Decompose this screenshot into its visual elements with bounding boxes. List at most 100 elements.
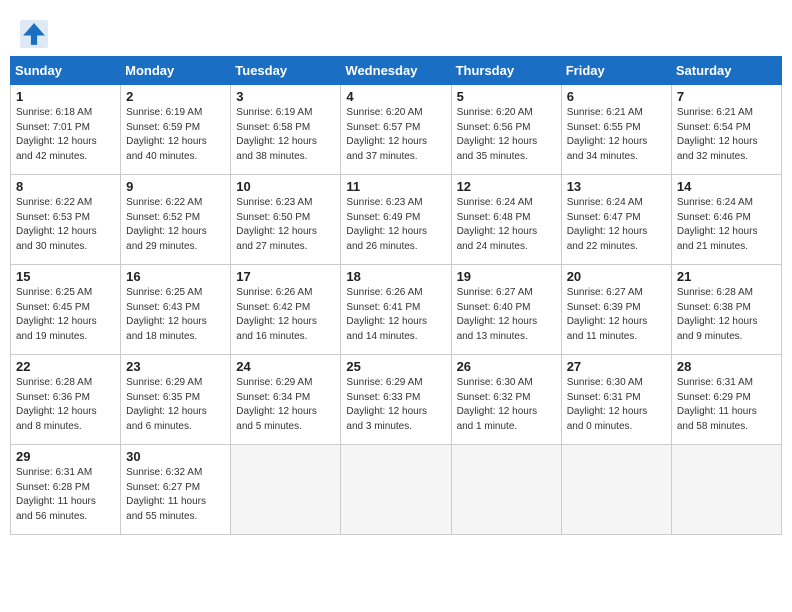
day-number: 14	[677, 179, 776, 194]
day-info: Sunrise: 6:29 AMSunset: 6:33 PMDaylight:…	[346, 376, 445, 434]
day-number: 16	[126, 269, 225, 284]
calendar-week-row: 29 Sunrise: 6:31 AMSunset: 6:28 PMDayligh…	[11, 445, 782, 535]
day-number: 26	[457, 359, 556, 374]
calendar-day-cell: 28 Sunrise: 6:31 AMSunset: 6:29 PMDayligh…	[671, 355, 781, 445]
calendar-day-cell: 6 Sunrise: 6:21 AMSunset: 6:55 PMDaylight…	[561, 85, 671, 175]
weekday-header-tuesday: Tuesday	[231, 57, 341, 85]
calendar-day-cell: 8 Sunrise: 6:22 AMSunset: 6:53 PMDaylight…	[11, 175, 121, 265]
day-info: Sunrise: 6:24 AMSunset: 6:48 PMDaylight:…	[457, 196, 556, 254]
calendar-day-cell: 13 Sunrise: 6:24 AMSunset: 6:47 PMDayligh…	[561, 175, 671, 265]
generalblue-logo-icon	[20, 20, 48, 48]
calendar-day-cell: 18 Sunrise: 6:26 AMSunset: 6:41 PMDayligh…	[341, 265, 451, 355]
calendar-day-cell: 4Sunrise: 6:20 AMSunset: 6:57 PMDaylight…	[341, 85, 451, 175]
day-number: 28	[677, 359, 776, 374]
calendar-day-cell: 27 Sunrise: 6:30 AMSunset: 6:31 PMDayligh…	[561, 355, 671, 445]
day-info: Sunrise: 6:29 AMSunset: 6:34 PMDaylight:…	[236, 376, 335, 434]
day-number: 30	[126, 449, 225, 464]
day-info: Sunrise: 6:24 AMSunset: 6:46 PMDaylight:…	[677, 196, 776, 254]
day-number: 22	[16, 359, 115, 374]
calendar-day-cell	[231, 445, 341, 535]
day-info: Sunrise: 6:32 AMSunset: 6:27 PMDaylight:…	[126, 466, 225, 524]
weekday-header-row: SundayMondayTuesdayWednesdayThursdayFrid…	[11, 57, 782, 85]
weekday-header-saturday: Saturday	[671, 57, 781, 85]
day-number: 8	[16, 179, 115, 194]
day-number: 13	[567, 179, 666, 194]
day-info: Sunrise: 6:25 AMSunset: 6:43 PMDaylight:…	[126, 286, 225, 344]
day-number: 15	[16, 269, 115, 284]
calendar-day-cell: 2Sunrise: 6:19 AMSunset: 6:59 PMDaylight…	[121, 85, 231, 175]
calendar-day-cell: 5Sunrise: 6:20 AMSunset: 6:56 PMDaylight…	[451, 85, 561, 175]
calendar-week-row: 15 Sunrise: 6:25 AMSunset: 6:45 PMDayligh…	[11, 265, 782, 355]
day-info: Sunrise: 6:18 AMSunset: 7:01 PMDaylight:…	[16, 106, 115, 164]
calendar-day-cell: 25 Sunrise: 6:29 AMSunset: 6:33 PMDayligh…	[341, 355, 451, 445]
calendar-day-cell: 22 Sunrise: 6:28 AMSunset: 6:36 PMDayligh…	[11, 355, 121, 445]
calendar-table: SundayMondayTuesdayWednesdayThursdayFrid…	[10, 56, 782, 535]
day-info: Sunrise: 6:20 AMSunset: 6:57 PMDaylight:…	[346, 106, 445, 164]
day-info: Sunrise: 6:26 AMSunset: 6:42 PMDaylight:…	[236, 286, 335, 344]
day-number: 24	[236, 359, 335, 374]
page-header	[10, 10, 782, 56]
day-number: 19	[457, 269, 556, 284]
day-info: Sunrise: 6:22 AMSunset: 6:53 PMDaylight:…	[16, 196, 115, 254]
calendar-day-cell: 24 Sunrise: 6:29 AMSunset: 6:34 PMDayligh…	[231, 355, 341, 445]
day-number: 17	[236, 269, 335, 284]
weekday-header-monday: Monday	[121, 57, 231, 85]
calendar-day-cell: 19 Sunrise: 6:27 AMSunset: 6:40 PMDayligh…	[451, 265, 561, 355]
calendar-day-cell	[671, 445, 781, 535]
calendar-day-cell: 15 Sunrise: 6:25 AMSunset: 6:45 PMDayligh…	[11, 265, 121, 355]
calendar-day-cell: 7 Sunrise: 6:21 AMSunset: 6:54 PMDaylight…	[671, 85, 781, 175]
day-info: Sunrise: 6:23 AMSunset: 6:49 PMDaylight:…	[346, 196, 445, 254]
day-info: Sunrise: 6:25 AMSunset: 6:45 PMDaylight:…	[16, 286, 115, 344]
calendar-day-cell: 26 Sunrise: 6:30 AMSunset: 6:32 PMDayligh…	[451, 355, 561, 445]
day-info: Sunrise: 6:22 AMSunset: 6:52 PMDaylight:…	[126, 196, 225, 254]
day-number: 9	[126, 179, 225, 194]
calendar-day-cell: 21Sunrise: 6:28 AMSunset: 6:38 PMDayligh…	[671, 265, 781, 355]
calendar-day-cell: 17 Sunrise: 6:26 AMSunset: 6:42 PMDayligh…	[231, 265, 341, 355]
calendar-day-cell	[451, 445, 561, 535]
logo	[20, 20, 52, 48]
day-info: Sunrise: 6:31 AMSunset: 6:28 PMDaylight:…	[16, 466, 115, 524]
calendar-day-cell: 10Sunrise: 6:23 AMSunset: 6:50 PMDayligh…	[231, 175, 341, 265]
day-number: 29	[16, 449, 115, 464]
calendar-day-cell: 12 Sunrise: 6:24 AMSunset: 6:48 PMDayligh…	[451, 175, 561, 265]
day-info: Sunrise: 6:30 AMSunset: 6:32 PMDaylight:…	[457, 376, 556, 434]
weekday-header-friday: Friday	[561, 57, 671, 85]
day-info: Sunrise: 6:31 AMSunset: 6:29 PMDaylight:…	[677, 376, 776, 434]
calendar-day-cell: 23Sunrise: 6:29 AMSunset: 6:35 PMDayligh…	[121, 355, 231, 445]
day-info: Sunrise: 6:28 AMSunset: 6:38 PMDaylight:…	[677, 286, 776, 344]
calendar-day-cell: 9 Sunrise: 6:22 AMSunset: 6:52 PMDaylight…	[121, 175, 231, 265]
day-number: 25	[346, 359, 445, 374]
day-info: Sunrise: 6:20 AMSunset: 6:56 PMDaylight:…	[457, 106, 556, 164]
day-number: 18	[346, 269, 445, 284]
calendar-day-cell: 29 Sunrise: 6:31 AMSunset: 6:28 PMDayligh…	[11, 445, 121, 535]
day-number: 10	[236, 179, 335, 194]
calendar-day-cell: 16 Sunrise: 6:25 AMSunset: 6:43 PMDayligh…	[121, 265, 231, 355]
day-number: 23	[126, 359, 225, 374]
calendar-day-cell: 20 Sunrise: 6:27 AMSunset: 6:39 PMDayligh…	[561, 265, 671, 355]
day-number: 27	[567, 359, 666, 374]
day-number: 20	[567, 269, 666, 284]
calendar-day-cell: 1 Sunrise: 6:18 AMSunset: 7:01 PMDaylight…	[11, 85, 121, 175]
day-info: Sunrise: 6:26 AMSunset: 6:41 PMDaylight:…	[346, 286, 445, 344]
day-number: 12	[457, 179, 556, 194]
calendar-day-cell: 14 Sunrise: 6:24 AMSunset: 6:46 PMDayligh…	[671, 175, 781, 265]
day-number: 7	[677, 89, 776, 104]
calendar-day-cell	[561, 445, 671, 535]
calendar-week-row: 22 Sunrise: 6:28 AMSunset: 6:36 PMDayligh…	[11, 355, 782, 445]
day-number: 3	[236, 89, 335, 104]
day-info: Sunrise: 6:27 AMSunset: 6:40 PMDaylight:…	[457, 286, 556, 344]
weekday-header-thursday: Thursday	[451, 57, 561, 85]
calendar-day-cell: 30 Sunrise: 6:32 AMSunset: 6:27 PMDayligh…	[121, 445, 231, 535]
day-number: 6	[567, 89, 666, 104]
day-info: Sunrise: 6:21 AMSunset: 6:55 PMDaylight:…	[567, 106, 666, 164]
day-info: Sunrise: 6:30 AMSunset: 6:31 PMDaylight:…	[567, 376, 666, 434]
day-number: 1	[16, 89, 115, 104]
day-info: Sunrise: 6:28 AMSunset: 6:36 PMDaylight:…	[16, 376, 115, 434]
day-info: Sunrise: 6:21 AMSunset: 6:54 PMDaylight:…	[677, 106, 776, 164]
weekday-header-sunday: Sunday	[11, 57, 121, 85]
day-number: 2	[126, 89, 225, 104]
day-info: Sunrise: 6:27 AMSunset: 6:39 PMDaylight:…	[567, 286, 666, 344]
calendar-day-cell: 11Sunrise: 6:23 AMSunset: 6:49 PMDayligh…	[341, 175, 451, 265]
day-info: Sunrise: 6:24 AMSunset: 6:47 PMDaylight:…	[567, 196, 666, 254]
calendar-day-cell	[341, 445, 451, 535]
